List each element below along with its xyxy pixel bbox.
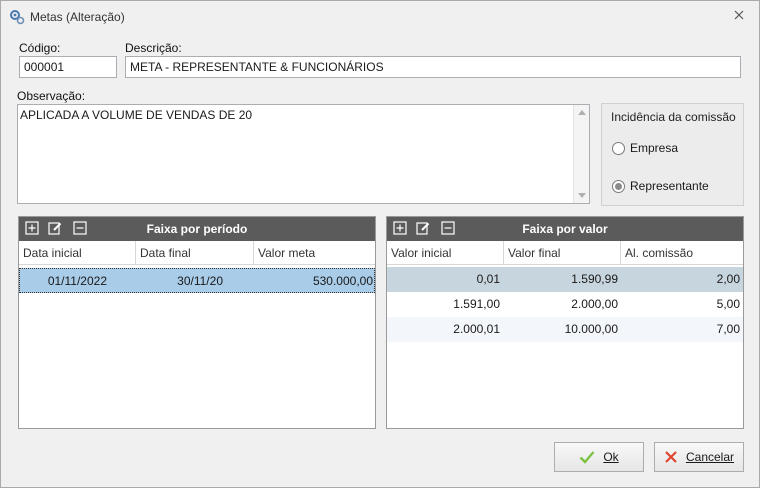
cell-al-comissao: 2,00 [716,272,740,286]
radio-empresa[interactable]: Empresa [612,140,678,156]
table-row[interactable]: 2.000,01 10.000,00 7,00 [387,317,743,342]
descricao-label: Descrição: [125,41,182,55]
cell-valor-final: 2.000,00 [571,297,618,311]
memo-scrollbar[interactable] [573,105,589,203]
cancel-label: Cancelar [685,450,735,464]
periodo-panel: Faixa por período Data inicial Data fina… [18,216,376,429]
dialog-window: Metas (Alteração) Código: 000001 Descriç… [0,0,760,488]
close-icon[interactable] [731,8,747,24]
cell-al-comissao: 5,00 [716,297,740,311]
cell-valor-inicial: 2.000,01 [453,322,500,336]
valor-panel: Faixa por valor Valor inicial Valor fina… [386,216,744,429]
col-valor-meta[interactable]: Valor meta [254,241,375,265]
checkmark-icon [579,451,595,464]
observacao-memo[interactable]: APLICADA A VOLUME DE VENDAS DE 20 [17,104,590,204]
radio-empresa-icon[interactable] [612,141,625,155]
cell-data-inicial: 01/11/2022 [47,274,107,288]
table-row[interactable]: 1.591,00 2.000,00 5,00 [387,292,743,317]
table-row[interactable]: 0,01 1.590,99 2,00 [387,267,743,292]
codigo-field[interactable]: 000001 [19,56,117,78]
gears-icon [10,10,25,25]
cell-valor-inicial: 0,01 [476,272,500,286]
cell-valor-inicial: 1.591,00 [453,297,500,311]
valor-title: Faixa por valor [522,222,608,236]
cell-valor-final: 10.000,00 [564,322,618,336]
x-icon [665,451,677,463]
radio-representante-icon[interactable] [612,179,625,193]
cell-valor-meta: 530.000,00 [312,274,373,288]
radio-representante[interactable]: Representante [612,178,709,194]
cell-valor-final: 1.590,99 [571,272,618,286]
col-data-final[interactable]: Data final [136,241,254,265]
scroll-up-icon[interactable] [578,110,586,115]
ok-label: Ok [603,450,619,464]
window-title: Metas (Alteração) [30,10,125,24]
title-bar: Metas (Alteração) [1,1,759,32]
valor-grid-header: Valor inicial Valor final Al. comissão [387,241,743,265]
observacao-label: Observação: [17,89,86,103]
radio-empresa-label: Empresa [630,141,679,155]
descricao-field[interactable]: META - REPRESENTANTE & FUNCIONÁRIOS [125,56,741,78]
col-data-inicial[interactable]: Data inicial [19,241,136,265]
valor-toolbar: Faixa por valor [387,217,743,241]
col-valor-final[interactable]: Valor final [504,241,621,265]
scroll-down-icon[interactable] [578,193,586,198]
incidencia-group: Incidência da comissão Empresa Represent… [601,103,744,206]
table-row[interactable]: 01/11/2022 30/11/20 530.000,00 [19,268,375,293]
cancel-button[interactable]: Cancelar [654,442,744,472]
periodo-grid-header: Data inicial Data final Valor meta [19,241,375,265]
ok-button[interactable]: Ok [554,442,644,472]
cell-al-comissao: 7,00 [716,322,740,336]
col-valor-inicial[interactable]: Valor inicial [387,241,504,265]
periodo-title: Faixa por período [146,222,248,236]
incidencia-title: Incidência da comissão [611,110,736,124]
observacao-text: APLICADA A VOLUME DE VENDAS DE 20 [20,108,253,122]
radio-representante-label: Representante [630,179,709,193]
cell-data-final: 30/11/20 [177,274,223,288]
periodo-toolbar: Faixa por período [19,217,375,241]
codigo-label: Código: [19,41,61,55]
col-al-comissao[interactable]: Al. comissão [621,241,743,265]
